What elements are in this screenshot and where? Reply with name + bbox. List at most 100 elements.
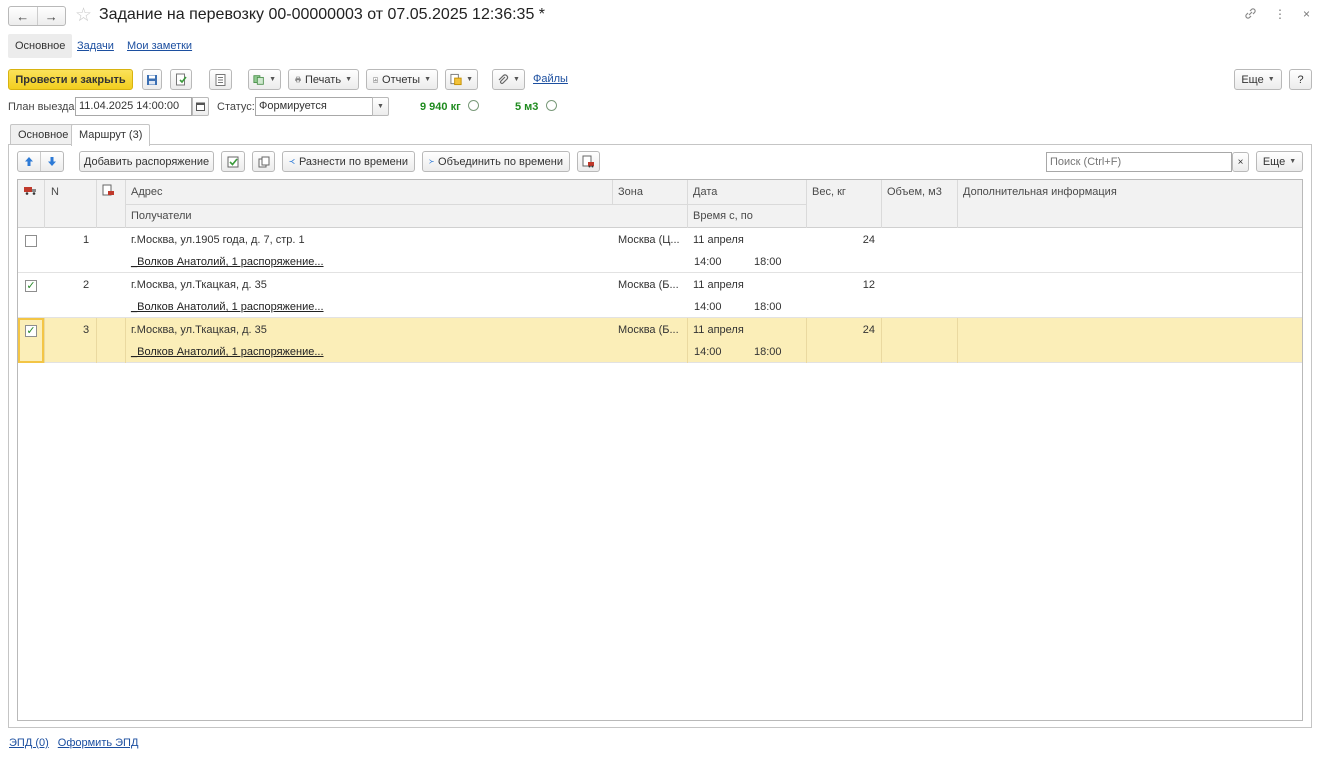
status-label: Статус: (217, 101, 255, 113)
move-up-button[interactable] (18, 152, 41, 171)
add-order-button[interactable]: Добавить распоряжение (79, 151, 214, 172)
chevron-down-icon: ▼ (269, 76, 276, 83)
row-weight: 12 (862, 279, 875, 291)
document-list-button[interactable] (209, 69, 232, 90)
plan-date-label: План выезда: (8, 101, 78, 113)
merge-icon (429, 159, 434, 164)
more-button[interactable]: Еще ▼ (1234, 69, 1282, 90)
row-address: г.Москва, ул.1905 года, д. 7, стр. 1 (131, 234, 305, 246)
reports-icon (373, 76, 378, 83)
row-number: 3 (83, 324, 90, 336)
row-time-to: 18:00 (754, 256, 782, 268)
move-buttons (17, 151, 64, 172)
header-weight[interactable]: Вес, кг (812, 186, 846, 198)
row-number: 1 (83, 234, 90, 246)
chevron-down-icon: ▼ (513, 76, 520, 83)
header-recipients[interactable]: Получатели (131, 210, 192, 222)
fill-button[interactable]: ▼ (445, 69, 478, 90)
row-date: 11 апреля (693, 234, 744, 246)
paperclip-icon (498, 73, 509, 84)
epd-link[interactable]: ЭПД (0) (9, 737, 49, 749)
header-time[interactable]: Время с, по (693, 210, 753, 222)
row-time-to: 18:00 (754, 346, 782, 358)
attach-button[interactable]: ▼ (492, 69, 525, 90)
delivery-document-icon (582, 155, 594, 168)
total-weight: 9 940 кг (420, 101, 461, 113)
close-icon[interactable]: × (1303, 7, 1310, 23)
back-button[interactable]: ← (9, 7, 38, 25)
post-button[interactable] (170, 69, 192, 90)
section-tasks[interactable]: Задачи (70, 34, 121, 58)
table-row-selected[interactable]: ✓ 3 г.Москва, ул.Ткацкая, д. 35 Москва (… (18, 318, 1302, 363)
row-recipient-link[interactable]: _Волков Анатолий, 1 распоряжение... (131, 301, 324, 313)
make-epd-link[interactable]: Оформить ЭПД (58, 737, 139, 749)
truck-icon (24, 186, 37, 198)
files-link[interactable]: Файлы (533, 73, 568, 85)
chevron-down-icon: ▼ (424, 76, 431, 83)
delivery-doc-button[interactable] (577, 151, 600, 172)
split-by-time-button[interactable]: Разнести по времени (282, 151, 415, 172)
row-checkbox[interactable] (25, 235, 37, 247)
reports-label: Отчеты (382, 73, 421, 86)
total-volume: 5 м3 (515, 101, 539, 113)
print-button[interactable]: Печать ▼ (288, 69, 359, 90)
reports-button[interactable]: Отчеты ▼ (366, 69, 438, 90)
arrow-down-icon (48, 157, 56, 166)
post-and-close-button[interactable]: Провести и закрыть (8, 69, 133, 90)
check-all-button[interactable] (221, 151, 245, 172)
link-icon[interactable] (1244, 7, 1257, 23)
table-row[interactable]: ✓ 2 г.Москва, ул.Ткацкая, д. 35 Москва (… (18, 273, 1302, 318)
row-zone: Москва (Ц... (618, 234, 680, 246)
move-down-button[interactable] (41, 152, 63, 171)
row-date: 11 апреля (693, 324, 744, 336)
route-more-button[interactable]: Еще ▼ (1256, 151, 1303, 172)
header-date[interactable]: Дата (693, 186, 717, 198)
row-checkbox[interactable]: ✓ (25, 325, 37, 337)
split-by-time-label: Разнести по времени (298, 155, 408, 168)
delivery-document-icon (102, 184, 115, 200)
header-info[interactable]: Дополнительная информация (963, 186, 1117, 198)
header-volume[interactable]: Объем, м3 (887, 186, 942, 198)
row-zone: Москва (Б... (618, 279, 679, 291)
status-dropdown-button[interactable]: ▼ (372, 97, 389, 116)
chevron-down-icon: ▼ (1289, 158, 1297, 165)
favorite-star-icon[interactable]: ☆ (75, 4, 92, 27)
header-n[interactable]: N (51, 186, 59, 198)
create-based-on-button[interactable]: ▼ (248, 69, 281, 90)
merge-by-time-button[interactable]: Объединить по времени (422, 151, 570, 172)
search-input[interactable] (1046, 152, 1232, 172)
row-checkbox[interactable]: ✓ (25, 280, 37, 292)
route-more-label: Еще (1262, 155, 1286, 168)
calendar-button[interactable] (192, 97, 209, 116)
header-address[interactable]: Адрес (131, 186, 163, 198)
header-zone[interactable]: Зона (618, 186, 643, 198)
row-recipient-link[interactable]: _Волков Анатолий, 1 распоряжение... (131, 346, 324, 358)
chevron-down-icon: ▼ (377, 103, 384, 110)
calendar-icon (196, 102, 205, 111)
chevron-down-icon: ▼ (466, 76, 473, 83)
plan-date-field[interactable]: 11.04.2025 14:00:00 (75, 97, 192, 116)
row-zone: Москва (Б... (618, 324, 679, 336)
table-header: N Адрес Получатели Зона Дата Время с, по… (18, 180, 1302, 228)
volume-indicator-icon (546, 100, 557, 111)
row-recipient-link[interactable]: _Волков Анатолий, 1 распоряжение... (131, 256, 324, 268)
row-weight: 24 (862, 234, 875, 246)
status-field[interactable]: Формируется (255, 97, 373, 116)
section-main[interactable]: Основное (8, 34, 73, 58)
save-button[interactable] (142, 69, 162, 90)
chevron-down-icon: ▼ (1267, 76, 1275, 83)
tab-main[interactable]: Основное (10, 124, 77, 145)
help-button[interactable]: ? (1289, 69, 1312, 90)
tab-route[interactable]: Маршрут (3) (71, 124, 151, 146)
clear-search-button[interactable]: × (1232, 152, 1249, 172)
more-icon[interactable]: ⋮ (1274, 7, 1286, 23)
more-label: Еще (1241, 73, 1264, 86)
copy-button[interactable] (252, 151, 275, 172)
checklist-icon (227, 156, 238, 167)
forward-button[interactable]: → (38, 7, 66, 25)
table-row[interactable]: 1 г.Москва, ул.1905 года, д. 7, стр. 1 М… (18, 228, 1302, 273)
save-icon (147, 74, 157, 85)
chevron-down-icon: ▼ (345, 76, 352, 83)
footer: ЭПД (0) Оформить ЭПД (9, 737, 138, 749)
section-notes[interactable]: Мои заметки (120, 34, 199, 58)
